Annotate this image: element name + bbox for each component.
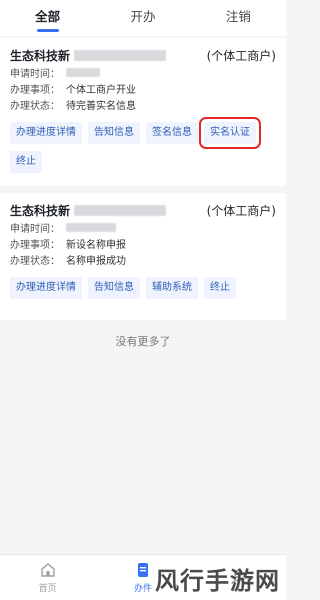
apply-time-row: 申请时间： <box>10 64 276 80</box>
progress-detail-button[interactable]: 办理进度详情 <box>10 277 82 299</box>
application-card[interactable]: 生态科技新 (个体工商户) 申请时间： 办理事项： 个体工商户开业 办理状态： … <box>0 38 286 186</box>
item-row: 办理事项： 个体工商户开业 <box>10 80 276 96</box>
item-label: 办理事项： <box>10 84 60 96</box>
business-type: (个体工商户) <box>206 203 276 218</box>
notice-info-button[interactable]: 告知信息 <box>88 277 140 299</box>
redacted-name <box>74 204 167 216</box>
redacted-time <box>66 67 100 77</box>
tab-bar: 全部 开办 注销 <box>0 0 286 36</box>
status-label: 办理状态： <box>10 255 60 267</box>
application-card[interactable]: 生态科技新 (个体工商户) 申请时间： 办理事项： 新设名称申报 办理状态： 名… <box>0 193 286 320</box>
status-row: 办理状态： 待完善实名信息 <box>10 96 276 112</box>
item-row: 办理事项： 新设名称申报 <box>10 235 276 251</box>
no-more-text: 没有更多了 <box>115 335 171 348</box>
apply-time-label: 申请时间： <box>10 223 60 235</box>
progress-detail-button[interactable]: 办理进度详情 <box>10 122 82 144</box>
site-watermark: 风行手游网 <box>155 566 280 595</box>
real-name-auth-button[interactable]: 实名认证 <box>199 117 261 149</box>
nav-home[interactable]: 首页 <box>0 555 95 600</box>
terminate-button[interactable]: 终止 <box>204 277 236 299</box>
terminate-button[interactable]: 终止 <box>10 151 42 173</box>
redacted-time <box>66 222 116 232</box>
business-name: 生态科技新 <box>10 203 71 218</box>
apply-time-row: 申请时间： <box>10 219 276 235</box>
nav-home-label: 首页 <box>38 584 57 594</box>
status-value: 待完善实名信息 <box>66 100 136 112</box>
item-value: 个体工商户开业 <box>66 84 136 96</box>
home-icon <box>39 561 57 579</box>
status-value: 名称申报成功 <box>66 255 126 267</box>
item-value: 新设名称申报 <box>66 239 126 251</box>
item-label: 办理事项： <box>10 239 60 251</box>
status-row: 办理状态： 名称申报成功 <box>10 251 276 267</box>
card-title: 生态科技新 (个体工商户) <box>10 46 276 64</box>
tab-all[interactable]: 全部 <box>0 0 95 36</box>
signature-info-button[interactable]: 签名信息 <box>146 122 198 144</box>
notice-info-button[interactable]: 告知信息 <box>88 122 140 144</box>
document-icon <box>134 561 152 579</box>
action-buttons: 办理进度详情 告知信息 签名信息 实名认证 终止 <box>10 117 276 180</box>
nav-tasks-label: 办件 <box>133 584 152 594</box>
tab-open[interactable]: 开办 <box>95 0 190 36</box>
business-type: (个体工商户) <box>206 48 276 63</box>
tab-cancel[interactable]: 注销 <box>191 0 286 36</box>
action-buttons: 办理进度详情 告知信息 辅助系统 终止 <box>10 277 276 306</box>
apply-time-label: 申请时间： <box>10 68 60 80</box>
redacted-name <box>74 49 167 61</box>
business-name: 生态科技新 <box>10 48 71 63</box>
card-title: 生态科技新 (个体工商户) <box>10 201 276 219</box>
status-label: 办理状态： <box>10 100 60 112</box>
assist-system-button[interactable]: 辅助系统 <box>146 277 198 299</box>
